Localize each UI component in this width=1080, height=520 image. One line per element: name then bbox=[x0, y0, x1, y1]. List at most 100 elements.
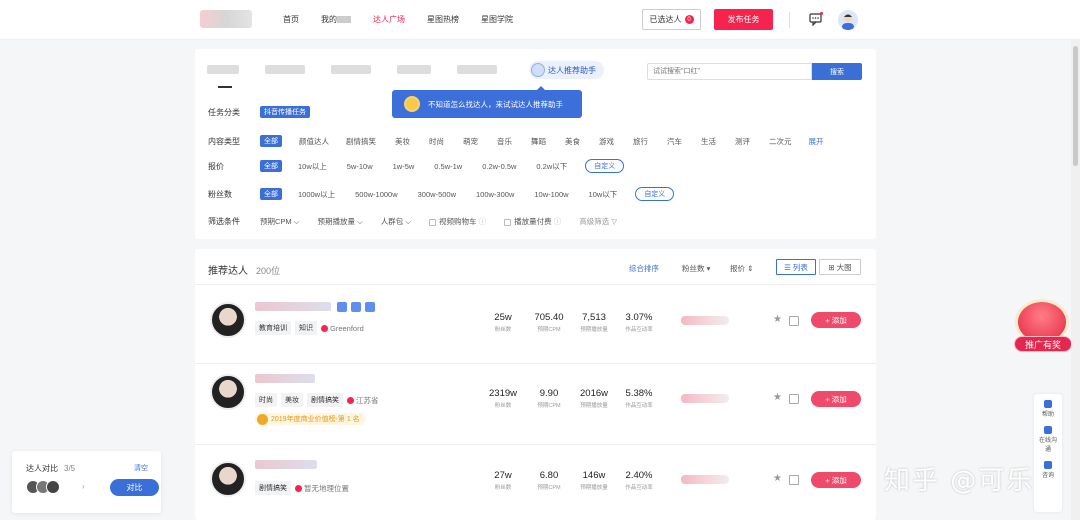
selected-talents-button[interactable]: 已选达人 0 bbox=[642, 9, 701, 30]
nav-mine[interactable]: 我的 bbox=[321, 14, 351, 25]
smile-icon bbox=[404, 96, 420, 112]
cpm-dropdown[interactable]: 预期CPM ⌵ bbox=[260, 216, 299, 227]
content-option[interactable]: 美妆 bbox=[395, 136, 410, 147]
fans-option[interactable]: 300w-500w bbox=[418, 190, 456, 199]
price-option[interactable]: 5w-10w bbox=[347, 162, 373, 171]
tab-2[interactable] bbox=[265, 65, 305, 74]
stat-label: 粉丝数 bbox=[494, 403, 512, 409]
price-option[interactable]: 1w-5w bbox=[393, 162, 415, 171]
talent-name[interactable] bbox=[255, 460, 317, 469]
content-option[interactable]: 生活 bbox=[701, 136, 716, 147]
price-option[interactable]: 10w以上 bbox=[298, 161, 327, 172]
talent-name[interactable] bbox=[255, 374, 315, 383]
content-option[interactable]: 剧情搞笑 bbox=[346, 136, 376, 147]
avatar[interactable] bbox=[46, 480, 60, 494]
fans-option[interactable]: 1000w以上 bbox=[298, 189, 335, 200]
location-icon bbox=[347, 396, 354, 404]
bookmark-icon[interactable] bbox=[789, 475, 799, 485]
content-option[interactable]: 游戏 bbox=[599, 136, 614, 147]
clear-compare-link[interactable]: 清空 bbox=[134, 463, 148, 473]
tab-1[interactable] bbox=[207, 65, 239, 74]
list-view-button[interactable]: ☰ 列表 bbox=[776, 259, 816, 275]
advanced-filter[interactable]: 高级筛选 ▽ bbox=[579, 216, 617, 227]
bookmark-icon[interactable] bbox=[789, 394, 799, 404]
consult-label: 咨询 bbox=[1041, 473, 1054, 479]
talent-name[interactable] bbox=[255, 302, 331, 311]
avatar[interactable] bbox=[210, 461, 246, 497]
scrollbar[interactable] bbox=[1071, 40, 1080, 520]
star-icon[interactable]: ★ bbox=[773, 314, 782, 325]
sort-fans[interactable]: 粉丝数 ▾ bbox=[682, 263, 710, 274]
audience-dropdown[interactable]: 人群包 ⌵ bbox=[381, 216, 411, 227]
price-all[interactable]: 全部 bbox=[260, 160, 282, 172]
publish-task-button[interactable]: 发布任务 bbox=[714, 9, 773, 30]
nav-home[interactable]: 首页 bbox=[283, 14, 299, 25]
content-option[interactable]: 萌宠 bbox=[463, 136, 478, 147]
grid-view-button[interactable]: ⊞ 大图 bbox=[819, 259, 861, 275]
content-option[interactable]: 时尚 bbox=[429, 136, 444, 147]
content-option[interactable]: 汽车 bbox=[667, 136, 682, 147]
talent-tags: 时尚 美妆 剧情搞笑 江苏省 bbox=[255, 393, 379, 407]
avatar[interactable] bbox=[210, 374, 246, 410]
message-icon[interactable] bbox=[809, 12, 823, 26]
fans-option[interactable]: 100w-300w bbox=[476, 190, 514, 199]
search-button[interactable]: 搜索 bbox=[812, 63, 862, 80]
chat-tool[interactable]: 在线沟通 bbox=[1038, 426, 1058, 453]
fans-option[interactable]: 10w以下 bbox=[589, 189, 618, 200]
star-icon[interactable]: ★ bbox=[773, 392, 782, 403]
star-icon[interactable]: ★ bbox=[773, 473, 782, 484]
nav-talent-square[interactable]: 达人广场 bbox=[373, 14, 405, 25]
tab-5[interactable] bbox=[457, 65, 497, 74]
bookmark-icon[interactable] bbox=[789, 316, 799, 326]
search-input[interactable] bbox=[647, 63, 812, 80]
price-option[interactable]: 0.2w以下 bbox=[536, 161, 567, 172]
price-option[interactable]: 0.5w-1w bbox=[434, 162, 462, 171]
add-talent-button[interactable]: + 添加 bbox=[811, 312, 861, 328]
trend-sparkline bbox=[681, 394, 729, 403]
compare-button[interactable]: 对比 bbox=[110, 479, 159, 496]
table-row[interactable]: 教育培训 知识 Greenford 25w 粉丝数 705.40 预期CPM 7,5… bbox=[195, 285, 876, 361]
consult-tool[interactable]: 咨询 bbox=[1042, 461, 1054, 479]
promo-reward-widget[interactable]: 推广有奖 bbox=[1010, 298, 1072, 356]
stat-plays: 2016w 预期播放量 bbox=[570, 388, 618, 409]
scrollbar-thumb[interactable] bbox=[1073, 46, 1078, 166]
shopping-cart-checkbox[interactable]: 视频购物车 ⓘ bbox=[429, 216, 486, 227]
user-avatar[interactable] bbox=[838, 10, 858, 30]
expand-link[interactable]: 展开 bbox=[809, 136, 824, 147]
paid-plays-checkbox[interactable]: 播放量付费 ⓘ bbox=[504, 216, 561, 227]
table-row[interactable]: 时尚 美妆 剧情搞笑 江苏省 2019年度商业价值榜-第 1 名 2319w 粉丝… bbox=[195, 366, 876, 442]
fans-option[interactable]: 500w-1000w bbox=[355, 190, 398, 199]
price-option[interactable]: 0.2w-0.5w bbox=[482, 162, 516, 171]
recommend-assistant-button[interactable]: 达人推荐助手 bbox=[529, 61, 604, 79]
add-talent-button[interactable]: + 添加 bbox=[811, 472, 861, 488]
table-row[interactable]: 剧情搞笑 暂无地理位置 27w 粉丝数 6.80 预期CPM 146w 预期播放量 2… bbox=[195, 445, 876, 520]
content-option[interactable]: 颜值达人 bbox=[299, 136, 329, 147]
price-custom-button[interactable]: 自定义 bbox=[585, 159, 625, 173]
content-option[interactable]: 舞蹈 bbox=[531, 136, 546, 147]
content-option[interactable]: 旅行 bbox=[633, 136, 648, 147]
help-tool[interactable]: 帮助 bbox=[1042, 400, 1054, 418]
logo[interactable] bbox=[200, 10, 252, 28]
chat-label: 在线沟通 bbox=[1038, 438, 1057, 453]
plays-dropdown[interactable]: 预期播放量 ⌵ bbox=[317, 216, 362, 227]
nav-academy[interactable]: 星图学院 bbox=[481, 14, 513, 25]
content-option[interactable]: 测评 bbox=[735, 136, 750, 147]
fans-option[interactable]: 10w-100w bbox=[534, 190, 568, 199]
add-talent-button[interactable]: + 添加 bbox=[811, 391, 861, 407]
sort-comprehensive[interactable]: 综合排序 bbox=[629, 263, 659, 274]
task-category-value[interactable]: 抖音传播任务 bbox=[260, 106, 310, 118]
content-type-all[interactable]: 全部 bbox=[260, 135, 282, 147]
tab-3[interactable] bbox=[331, 65, 371, 74]
content-option[interactable]: 二次元 bbox=[769, 136, 792, 147]
avatar[interactable] bbox=[210, 302, 246, 338]
content-option[interactable]: 音乐 bbox=[497, 136, 512, 147]
sort-price[interactable]: 报价 ⇕ bbox=[730, 263, 753, 274]
content-option[interactable]: 美食 bbox=[565, 136, 580, 147]
tab-4[interactable] bbox=[397, 65, 431, 74]
chevron-right-icon[interactable]: › bbox=[82, 482, 85, 491]
chevron-down-icon: ⌵ bbox=[405, 217, 412, 226]
nav-hot-list[interactable]: 星图热榜 bbox=[427, 14, 459, 25]
fans-all[interactable]: 全部 bbox=[260, 188, 282, 200]
assistant-icon bbox=[531, 63, 545, 77]
fans-custom-button[interactable]: 自定义 bbox=[635, 187, 675, 201]
